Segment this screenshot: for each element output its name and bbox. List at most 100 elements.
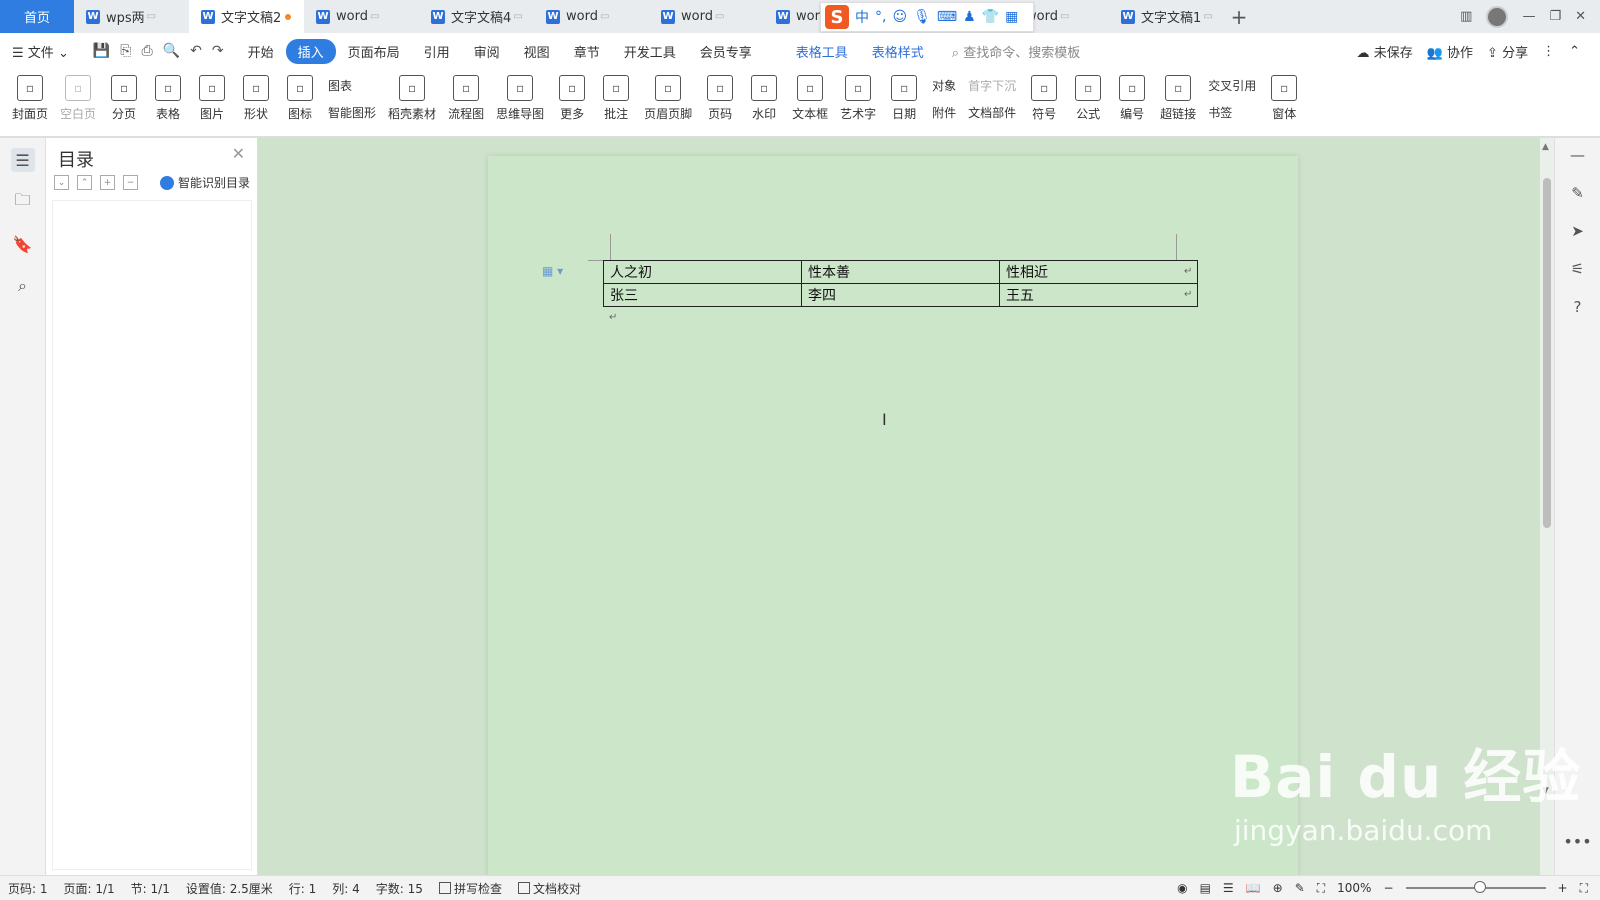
doc-tab[interactable]: Wword▭ bbox=[304, 0, 419, 33]
zoom-slider-knob[interactable] bbox=[1473, 881, 1486, 893]
expand-icon[interactable]: ⌄ bbox=[54, 175, 69, 190]
pen-icon[interactable]: ✎ bbox=[1571, 184, 1584, 202]
tab-home[interactable]: 首页 bbox=[0, 0, 74, 33]
format-painter-icon[interactable]: ⎘ bbox=[120, 43, 131, 59]
zoom-slider[interactable] bbox=[1405, 881, 1546, 893]
collapse-icon[interactable]: ⌃ bbox=[77, 175, 92, 190]
ribbon-button[interactable]: ▫ 页眉页脚 bbox=[638, 69, 698, 122]
zoom-out-icon[interactable]: − bbox=[1383, 881, 1393, 895]
help-icon[interactable]: ? bbox=[1574, 298, 1582, 316]
ime-logo[interactable]: S bbox=[825, 5, 849, 29]
menu-right-0[interactable]: ☁ 未保存 bbox=[1357, 42, 1413, 61]
ribbon-button[interactable]: ▫ 文本框 bbox=[786, 69, 834, 122]
ribbon-button[interactable]: ▫ 日期 bbox=[882, 69, 926, 122]
menu-tab[interactable]: 插入 bbox=[285, 38, 336, 64]
table-cell[interactable]: 张三 bbox=[603, 283, 802, 307]
menu-tab[interactable]: 会员专享 bbox=[688, 42, 764, 61]
add-tab-button[interactable]: + bbox=[1224, 0, 1254, 33]
document-page[interactable]: ▦ ▾ 人之初 性本善 性相近 张三 李四 王五 ↵ ↵ ↵ bbox=[488, 156, 1298, 876]
fullscreen-icon[interactable]: ⛶ bbox=[1580, 881, 1588, 896]
ribbon-button[interactable]: ▫ 批注 bbox=[594, 69, 638, 122]
outline-view-icon[interactable]: ☰ bbox=[1223, 881, 1234, 895]
doc-tab[interactable]: Wword▭ bbox=[649, 0, 764, 33]
close-icon[interactable]: ✕ bbox=[232, 144, 245, 163]
close-icon[interactable]: ✕ bbox=[1575, 9, 1586, 24]
window-layout-icon[interactable]: ▥ bbox=[1460, 9, 1472, 24]
ribbon-button[interactable]: ▫ 更多 bbox=[550, 69, 594, 122]
ribbon-button[interactable]: ▫ 公式 bbox=[1066, 69, 1110, 122]
smart-toc-button[interactable]: 智能识别目录 bbox=[160, 174, 250, 191]
menu-tab[interactable]: 开发工具 bbox=[612, 42, 688, 61]
fit-page-icon[interactable]: ⛶ bbox=[1317, 881, 1325, 896]
ribbon-button[interactable]: ▫ 形状 bbox=[234, 69, 278, 122]
read-view-icon[interactable]: 📖 bbox=[1246, 881, 1261, 895]
toc-panel-icon[interactable]: ☰ bbox=[10, 148, 35, 172]
menu-tab[interactable]: 引用 bbox=[412, 42, 462, 61]
ribbon-button[interactable]: ▫ 图标 bbox=[278, 69, 322, 122]
ribbon-small-button[interactable]: 文档部件 bbox=[968, 104, 1016, 121]
bookmark-icon[interactable]: 🔖 bbox=[11, 232, 35, 256]
ribbon-small-button[interactable]: 图表 bbox=[328, 77, 376, 94]
ribbon-small-button[interactable]: 对象 bbox=[932, 77, 956, 94]
toc-list[interactable] bbox=[52, 200, 252, 870]
ribbon-button[interactable]: ▫ 图片 bbox=[190, 69, 234, 122]
ribbon-button[interactable]: ▫ 超链接 bbox=[1154, 69, 1202, 122]
doc-tab[interactable]: W 文字文稿4 ▭ bbox=[419, 0, 534, 33]
collapse-ribbon-icon[interactable]: ⌃ bbox=[1569, 44, 1580, 59]
status-words[interactable]: 字数: 15 bbox=[368, 880, 431, 897]
scroll-up-icon[interactable]: ▲ bbox=[1542, 142, 1549, 152]
scroll-thumb[interactable] bbox=[1543, 178, 1551, 528]
eye-protect-icon[interactable]: ◉ bbox=[1177, 881, 1187, 895]
emoji-icon[interactable]: ☺ bbox=[892, 9, 907, 25]
ribbon-small-button[interactable]: 智能图形 bbox=[328, 104, 376, 121]
search-icon[interactable]: ⌕ bbox=[11, 274, 35, 298]
ribbon-small-button[interactable]: 附件 bbox=[932, 104, 956, 121]
menu-right-2[interactable]: ⇪ 分享 bbox=[1487, 42, 1528, 61]
doc-tab[interactable]: Wword▭ bbox=[534, 0, 649, 33]
ribbon-small-button[interactable]: 书签 bbox=[1208, 104, 1256, 121]
keyboard-icon[interactable]: ⌨ bbox=[937, 9, 957, 25]
ime-mode[interactable]: 中 bbox=[855, 7, 869, 27]
zoom-in-icon[interactable]: + bbox=[1558, 881, 1568, 895]
ribbon-button[interactable]: ▫ 艺术字 bbox=[834, 69, 882, 122]
command-search[interactable]: ⌕ 查找命令、搜索模板 bbox=[936, 42, 1080, 61]
ribbon-button[interactable]: ▫ 空白页 bbox=[54, 69, 102, 122]
shirt-icon[interactable]: 👕 bbox=[982, 9, 999, 25]
ribbon-button[interactable]: ▫ 水印 bbox=[742, 69, 786, 122]
preview-icon[interactable]: 🔍 bbox=[163, 43, 180, 59]
ribbon-small-button[interactable]: 首字下沉 bbox=[968, 77, 1016, 94]
context-tab[interactable]: 表格样式 bbox=[860, 42, 936, 61]
more-icon[interactable]: ⋮ bbox=[1542, 44, 1555, 59]
remove-level-icon[interactable]: − bbox=[123, 175, 138, 190]
select-icon[interactable]: ➤ bbox=[1571, 222, 1584, 240]
table-handle-icon[interactable]: ▦ ▾ bbox=[542, 264, 563, 278]
table-cell[interactable]: 性相近 bbox=[999, 260, 1198, 284]
add-level-icon[interactable]: + bbox=[100, 175, 115, 190]
user-icon[interactable]: ♟ bbox=[963, 9, 976, 25]
menu-right-1[interactable]: 👥 协作 bbox=[1427, 42, 1473, 61]
ribbon-button[interactable]: ▫ 流程图 bbox=[442, 69, 490, 122]
context-tab[interactable]: 表格工具 bbox=[784, 42, 860, 61]
ime-punct[interactable]: °, bbox=[875, 9, 886, 25]
mic-icon[interactable]: 🎙 bbox=[913, 9, 931, 25]
web-view-icon[interactable]: ⊕ bbox=[1273, 881, 1283, 895]
menu-tab[interactable]: 审阅 bbox=[462, 42, 512, 61]
ribbon-small-button[interactable]: 交叉引用 bbox=[1208, 77, 1256, 94]
avatar[interactable] bbox=[1486, 5, 1509, 28]
ribbon-button[interactable]: ▫ 封面页 bbox=[6, 69, 54, 122]
ribbon-button[interactable]: ▫ 页码 bbox=[698, 69, 742, 122]
ribbon-button[interactable]: ▫ 窗体 bbox=[1262, 69, 1306, 122]
table-cell[interactable]: 王五 bbox=[999, 283, 1198, 307]
menu-tab[interactable]: 开始 bbox=[236, 42, 286, 61]
minimize-icon[interactable]: — bbox=[1522, 9, 1535, 24]
settings-sliders-icon[interactable]: ⚟ bbox=[1571, 260, 1584, 278]
print-icon[interactable]: ⎙ bbox=[141, 43, 152, 59]
ribbon-button[interactable]: ▫ 编号 bbox=[1110, 69, 1154, 122]
doc-tab[interactable]: Wwps两 ▭ bbox=[74, 0, 189, 33]
table-cell[interactable]: 李四 bbox=[801, 283, 1000, 307]
save-icon[interactable]: 💾 bbox=[93, 43, 110, 59]
ribbon-button[interactable]: ▫ 思维导图 bbox=[490, 69, 550, 122]
spell-check-toggle[interactable]: 拼写检查 bbox=[431, 880, 510, 897]
table-cell[interactable]: 性本善 bbox=[801, 260, 1000, 284]
document-table[interactable]: 人之初 性本善 性相近 张三 李四 王五 bbox=[603, 260, 1198, 307]
